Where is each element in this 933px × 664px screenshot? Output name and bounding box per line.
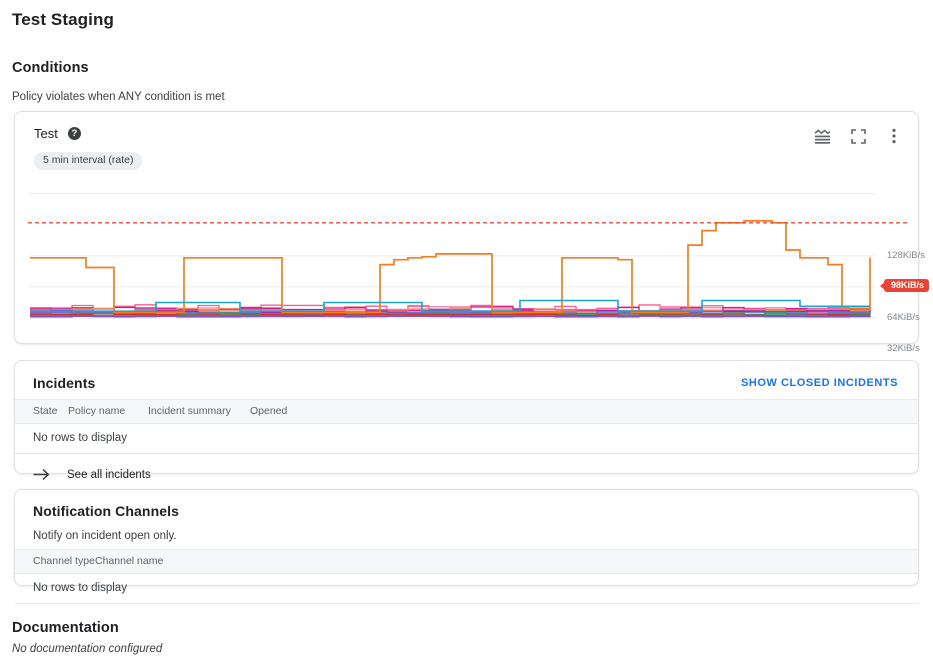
threshold-badge: 98KiB/s [884,278,930,293]
incidents-table: State Policy name Incident summary Opene… [15,399,918,454]
expand-icon[interactable] [848,126,868,146]
chart-plot-area[interactable]: 128KiB/s 64KiB/s 32KiB/s 0 98KiB/s 10 AM… [15,174,930,398]
table-header-row: State Policy name Incident summary Opene… [15,399,918,424]
column-header-incident-summary[interactable]: Incident summary [148,399,250,424]
conditions-subtitle: Policy violates when ANY condition is me… [12,91,225,103]
notification-channels-table: Channel type Channel name No rows to dis… [15,549,918,604]
empty-state-text: No rows to display [15,573,918,604]
documentation-empty-text: No documentation configured [12,643,163,655]
notification-channels-header: Notification Channels [15,490,918,521]
show-closed-incidents-link[interactable]: SHOW CLOSED INCIDENTS [739,375,900,391]
chart-svg [28,193,910,319]
page-title: Test Staging [12,10,114,29]
table-header-row: Channel type Channel name [15,549,918,574]
y-axis-label: 64KiB/s [887,311,920,323]
incidents-heading: Incidents [33,375,96,391]
column-header-channel-name[interactable]: Channel name [95,549,918,574]
y-axis-label: 32KiB/s [887,342,920,354]
documentation-heading: Documentation [12,620,119,636]
chart-style-icon[interactable] [812,126,832,146]
chart-toolbar [812,126,904,146]
table-row: No rows to display [15,573,918,604]
condition-chart-card: Test ? 5 min interval (rate) 128KiB/s 64… [14,111,930,398]
interval-chip: 5 min interval (rate) [34,152,143,170]
column-header-channel-type[interactable]: Channel type [15,549,95,574]
column-header-opened[interactable]: Opened [250,399,918,424]
more-options-icon[interactable] [884,126,904,146]
incidents-card: Incidents SHOW CLOSED INCIDENTS State Po… [14,360,919,481]
arrow-right-icon [33,466,50,483]
incidents-header: Incidents SHOW CLOSED INCIDENTS [15,361,918,399]
help-icon[interactable]: ? [67,127,81,140]
column-header-policy-name[interactable]: Policy name [68,399,148,424]
conditions-heading: Conditions [12,60,89,76]
y-axis-label: 128KiB/s [887,249,926,261]
empty-state-text: No rows to display [15,423,918,454]
policy-detail-page: Test Staging Conditions Policy violates … [0,0,933,664]
notification-channels-card: Notification Channels Notify on incident… [14,489,919,604]
notification-channels-subtitle: Notify on incident open only. [33,530,177,542]
notification-channels-heading: Notification Channels [33,503,179,519]
chart-title-row: Test ? [34,126,81,141]
column-header-state[interactable]: State [15,399,68,424]
table-row: No rows to display [15,423,918,454]
chart-header: Test ? 5 min interval (rate) [15,112,918,174]
chart-title: Test [34,126,58,141]
see-all-incidents-label: See all incidents [67,468,151,481]
